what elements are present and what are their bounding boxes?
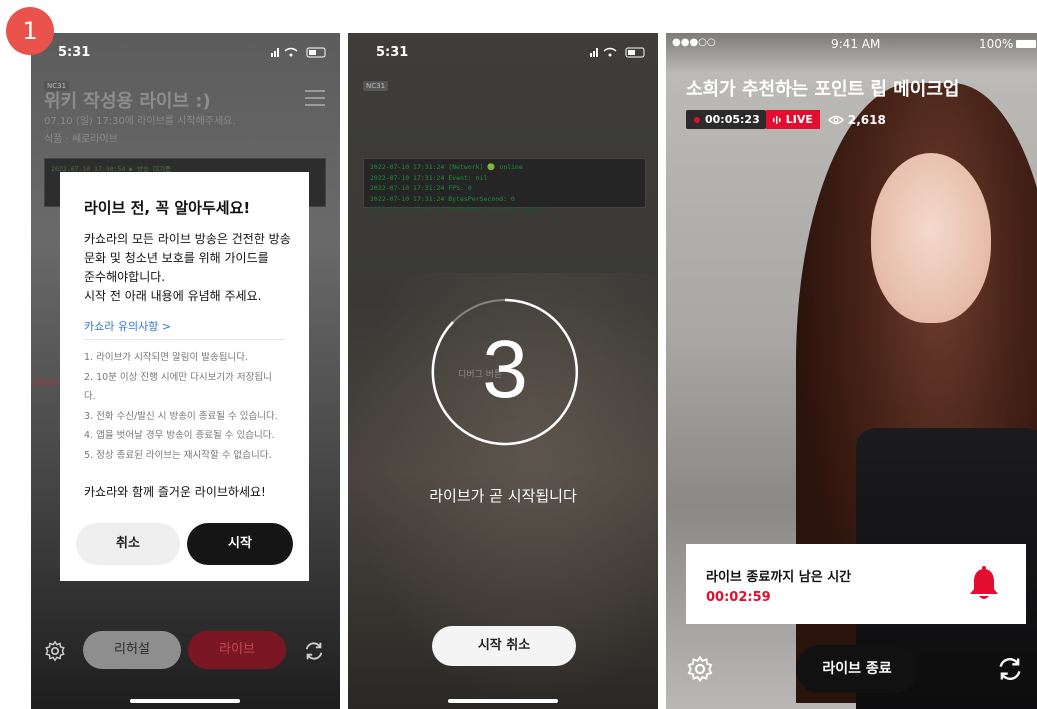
rule-item: 4. 앱을 벗어날 경우 방송이 종료될 수 있습니다. xyxy=(84,430,275,441)
countdown-number: 3 xyxy=(482,324,528,415)
remaining-time-value: 00:02:59 xyxy=(706,590,771,605)
recording-dot xyxy=(694,116,700,123)
live-badge: LIVE xyxy=(765,110,820,129)
cancel-button[interactable]: 취소 xyxy=(76,523,180,565)
live-title: 소희가 추천하는 포인트 립 메이크업 xyxy=(686,79,960,100)
schedule-text: 07.10 (일) 17:30에 라이브를 시작해주세요. xyxy=(44,116,236,127)
hamburger-menu-icon[interactable] xyxy=(305,90,325,111)
step-number-badge: 1 xyxy=(6,7,54,55)
live-bars-icon xyxy=(772,115,781,124)
rule-item: 3. 전화 수신/발신 시 방송이 종료될 수 있습니다. xyxy=(84,410,278,422)
phone-countdown: 5:31 NC31 2022-07-10 17:31:24 [Network] … xyxy=(348,33,658,709)
modal-intro: 카쇼라의 모든 라이브 방송은 건전한 방송 문화 및 청소년 보호를 위해 가… xyxy=(84,232,291,303)
status-time: 9:41 AM xyxy=(831,37,881,51)
status-icons xyxy=(590,47,645,58)
phone-pre-live-notice: 5:31 NC31 위키 작성용 라이브 :) 07.10 (일) 17:30에… xyxy=(31,33,340,709)
settings-icon[interactable] xyxy=(686,655,714,683)
settings-icon[interactable] xyxy=(44,640,66,662)
live-title: 위키 작성용 라이브 :) xyxy=(44,91,211,112)
phone-live-broadcast: ●●●○○ 9:41 AM 100% 소희가 추천하는 포인트 립 메이크업 0… xyxy=(666,33,1037,709)
closing-text: 카쇼라와 함께 즐거운 라이브하세요! xyxy=(84,485,266,499)
divider xyxy=(84,339,286,340)
status-time: 5:31 xyxy=(376,45,409,60)
pre-live-notice-modal: 라이브 전, 꼭 알아두세요! 카쇼라의 모든 라이브 방송은 건전한 방송 문… xyxy=(60,172,309,581)
elapsed-timer: 00:05:23 xyxy=(686,110,766,129)
rule-item: 다. xyxy=(84,391,96,402)
live-button[interactable]: 라이브 xyxy=(188,631,286,669)
side-label: 라이브 xyxy=(33,379,58,389)
remaining-time-label: 라이브 종료까지 남은 시간 xyxy=(706,570,852,585)
viewer-count: 2,618 xyxy=(847,112,886,127)
rehearsal-button[interactable]: 리허설 xyxy=(83,631,181,669)
bell-icon xyxy=(970,566,998,599)
start-button[interactable]: 시작 xyxy=(187,523,293,565)
eye-icon xyxy=(827,115,844,124)
live-status-bar: 00:05:23 LIVE 2,618 xyxy=(686,110,886,129)
cancel-start-button[interactable]: 시작 취소 xyxy=(432,626,576,666)
category-text: 식품 · 쎄로라이브 xyxy=(44,134,118,145)
switch-camera-icon[interactable] xyxy=(996,655,1024,683)
rule-item: 5. 정상 종료된 라이브는 재시작할 수 없습니다. xyxy=(84,449,272,461)
rules-list: 1. 라이브가 시작되면 알림이 발송됩니다. 2. 10분 이상 진행 시에만… xyxy=(84,348,278,465)
carrier-signal: ●●●○○ xyxy=(672,37,716,48)
home-indicator xyxy=(130,699,240,703)
status-icons xyxy=(271,47,326,58)
guidelines-link[interactable]: 카쇼라 유의사항 > xyxy=(84,318,171,334)
rule-item: 2. 10분 이상 진행 시에만 다시보기가 저장됩니 xyxy=(84,371,272,383)
debug-log-box: 2022-07-10 17:31:24 [Network] 🟢 online 2… xyxy=(363,158,646,213)
log-lines: 2022-07-10 17:31:24 [Network] 🟢 online 2… xyxy=(370,163,547,213)
channel-badge: NC31 xyxy=(363,81,389,91)
host-face xyxy=(871,153,991,323)
countdown-caption: 라이브가 곧 시작됩니다 xyxy=(429,487,577,505)
switch-camera-icon[interactable] xyxy=(303,640,325,662)
home-indicator xyxy=(448,699,558,703)
rule-item: 1. 라이브가 시작되면 알림이 발송됩니다. xyxy=(84,352,249,363)
modal-title: 라이브 전, 꼭 알아두세요! xyxy=(84,199,251,217)
end-live-button[interactable]: 라이브 종료 xyxy=(796,645,918,693)
battery-percent: 100% xyxy=(979,37,1014,51)
remaining-time-notice: 라이브 종료까지 남은 시간 00:02:59 xyxy=(686,544,1026,624)
status-time: 5:31 xyxy=(58,45,91,60)
battery-icon xyxy=(1016,40,1036,48)
